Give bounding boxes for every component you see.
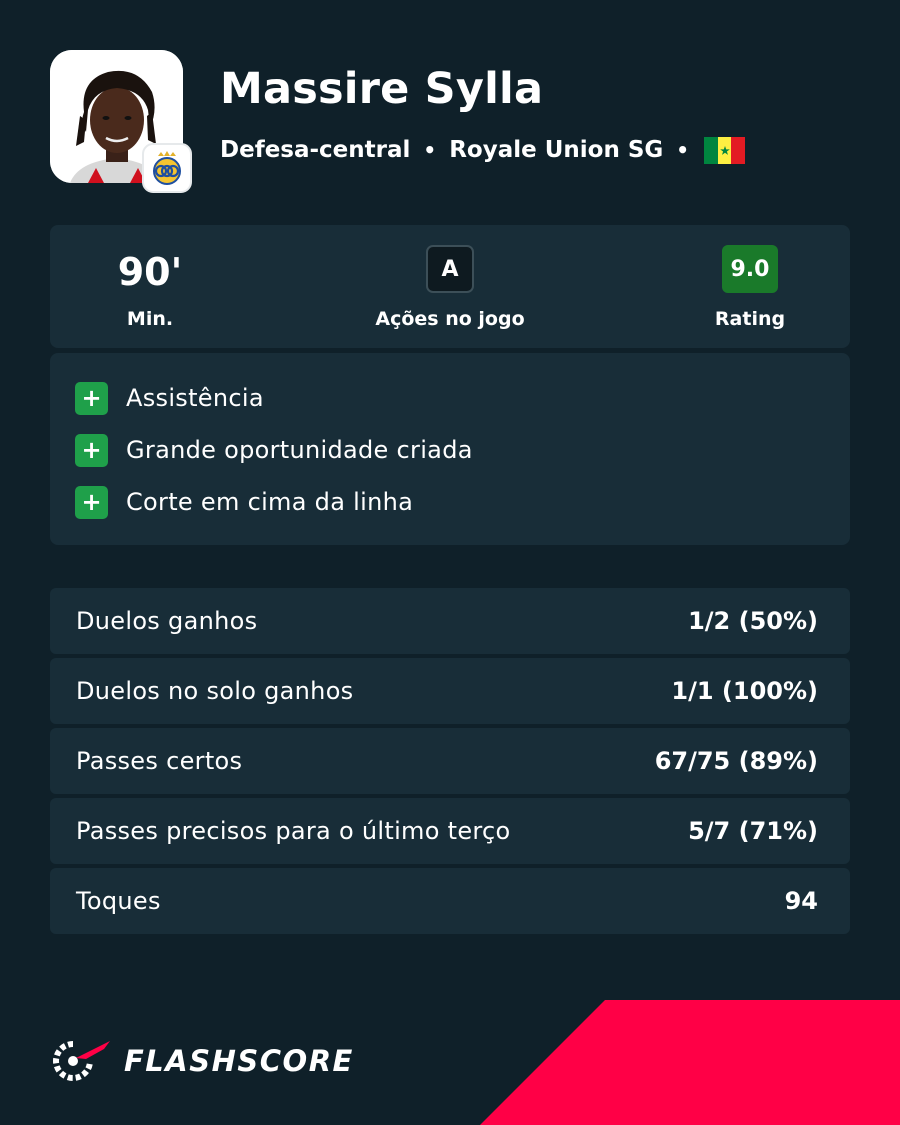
action-label: Grande oportunidade criada: [126, 436, 473, 464]
club-crest-icon: [142, 143, 192, 193]
player-subline: Defesa-central • Royale Union SG •: [220, 136, 746, 164]
flashscore-logo-icon: [53, 1041, 110, 1081]
separator-dot: •: [423, 138, 437, 162]
player-club: Royale Union SG: [449, 136, 664, 163]
stat-value: 1/1 (100%): [671, 677, 818, 705]
stat-value: 67/75 (89%): [654, 747, 818, 775]
rating-badge: 9.0: [722, 245, 778, 293]
rating-label: Rating: [714, 308, 786, 330]
key-actions-card: + Assistência + Grande oportunidade cria…: [50, 353, 850, 545]
grade-badge: A: [426, 245, 474, 293]
plus-icon: +: [75, 433, 108, 467]
separator-dot: •: [676, 138, 690, 162]
senegal-flag-icon: [704, 136, 746, 164]
grade-label: Ações no jogo: [375, 308, 525, 330]
player-name: Massire Sylla: [220, 64, 544, 114]
brand-name: FLASHSCORE: [124, 1043, 354, 1078]
stat-label: Passes precisos para o último terço: [76, 817, 511, 845]
action-item: + Grande oportunidade criada: [75, 433, 473, 467]
stat-row: Duelos ganhos 1/2 (50%): [50, 588, 850, 654]
stat-value: 1/2 (50%): [688, 607, 818, 635]
stat-label: Toques: [76, 887, 161, 915]
stat-row: Passes certos 67/75 (89%): [50, 728, 850, 794]
stat-label: Duelos no solo ganhos: [76, 677, 354, 705]
action-label: Corte em cima da linha: [126, 488, 414, 516]
stat-row: Duelos no solo ganhos 1/1 (100%): [50, 658, 850, 724]
action-item: + Assistência: [75, 381, 264, 415]
stat-label: Duelos ganhos: [76, 607, 258, 635]
action-label: Assistência: [126, 384, 264, 412]
stat-row: Passes precisos para o último terço 5/7 …: [50, 798, 850, 864]
player-header: Massire Sylla Defesa-central • Royale Un…: [50, 50, 850, 195]
minutes-value: 90': [117, 250, 183, 294]
match-summary-card: 90' Min. A Ações no jogo 9.0 Rating: [50, 225, 850, 348]
player-position: Defesa-central: [220, 136, 411, 163]
stat-row: Toques 94: [50, 868, 850, 934]
stat-label: Passes certos: [76, 747, 243, 775]
flashscore-logo: FLASHSCORE: [50, 1038, 354, 1084]
action-item: + Corte em cima da linha: [75, 485, 413, 519]
plus-icon: +: [75, 485, 108, 519]
minutes-label: Min.: [126, 308, 174, 330]
stat-value: 94: [784, 887, 818, 915]
plus-icon: +: [75, 381, 108, 415]
stat-value: 5/7 (71%): [688, 817, 818, 845]
